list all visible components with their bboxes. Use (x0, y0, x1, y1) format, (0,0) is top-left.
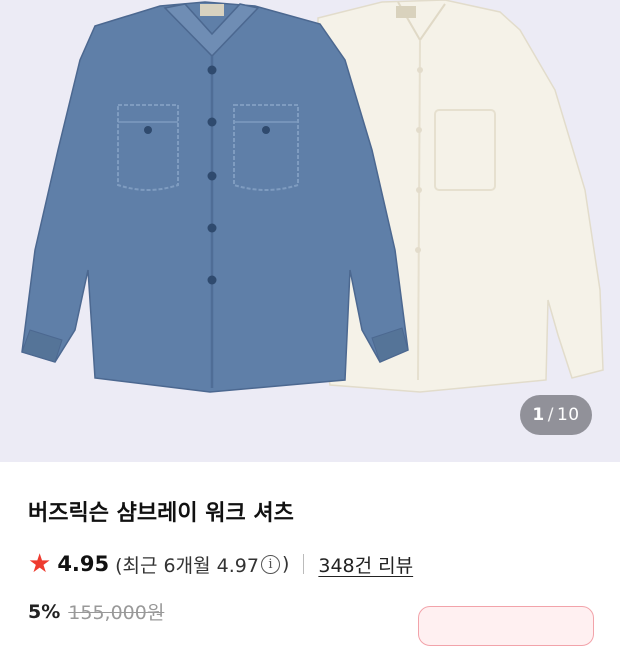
rating-row: ★ 4.95 (최근 6개월 4.97 i ) 348건 리뷰 (28, 548, 413, 580)
recent-rating-label: (최근 6개월 4.97 (115, 554, 259, 577)
product-title: 버즈릭슨 샴브레이 워크 셔츠 (28, 501, 294, 526)
image-counter-current: 1 (532, 405, 545, 425)
star-icon: ★ (28, 549, 52, 579)
coupon-button[interactable] (418, 606, 594, 646)
image-counter-total: 10 (556, 405, 580, 425)
review-count-link[interactable]: 348건 리뷰 (318, 551, 413, 578)
info-icon[interactable]: i (260, 554, 280, 574)
rating-score: 4.95 (57, 552, 110, 576)
product-image-gallery[interactable]: 1 / 10 (0, 0, 620, 462)
image-counter-separator: / (547, 405, 554, 425)
original-price: 155,000원 (68, 602, 165, 624)
divider (303, 554, 305, 574)
price-row: 5% 155,000원 (28, 598, 164, 625)
recent-rating: (최근 6개월 4.97 i ) (115, 551, 289, 578)
recent-rating-close: ) (281, 553, 290, 575)
discount-rate: 5% (28, 600, 61, 623)
image-counter: 1 / 10 (520, 395, 592, 435)
product-image (21, 0, 604, 393)
